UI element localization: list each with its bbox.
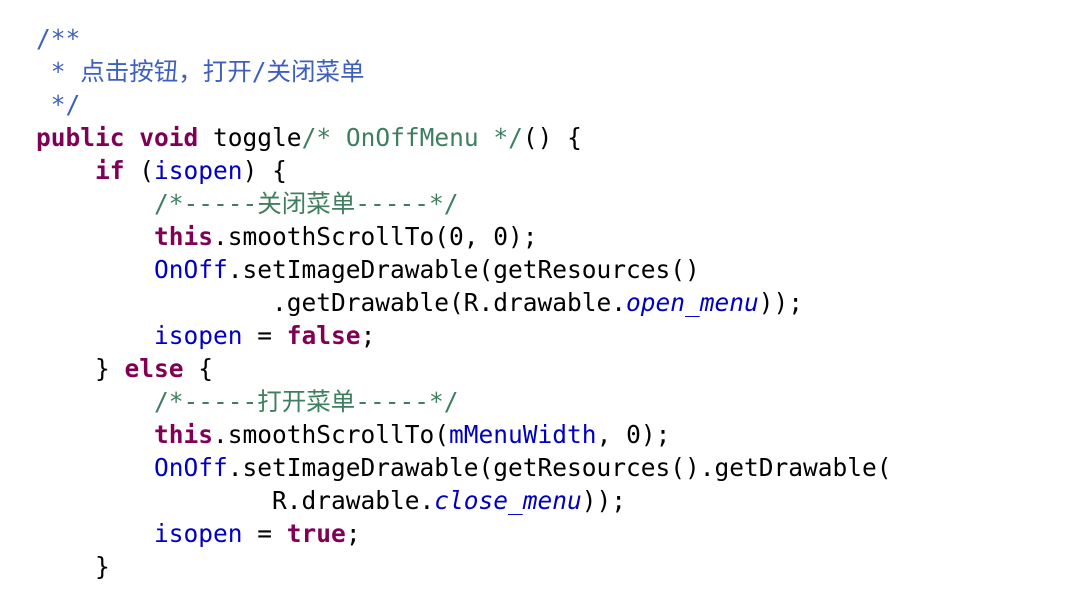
code-token: , 0);	[596, 420, 671, 449]
keyword-token: public	[36, 123, 125, 152]
code-token: {	[183, 354, 214, 383]
javadoc-token: */	[36, 90, 81, 119]
code-line: /*-----打开菜单-----*/	[36, 385, 892, 418]
code-editor: /** * 点击按钮，打开/关闭菜单 */public void toggle/…	[36, 22, 892, 583]
field-token: isopen	[154, 519, 243, 548]
code-line: R.drawable.close_menu));	[36, 484, 892, 517]
code-token: toggle	[198, 123, 302, 152]
static-field-token: open_menu	[626, 288, 759, 317]
field-token: OnOff	[154, 453, 228, 482]
code-token: ) {	[242, 156, 287, 185]
javadoc-token: * 点击按钮，打开/关闭菜单	[36, 57, 365, 86]
code-line: /*-----关闭菜单-----*/	[36, 187, 892, 220]
code-line: if (isopen) {	[36, 154, 892, 187]
code-line: isopen = false;	[36, 319, 892, 352]
code-token: =	[242, 321, 287, 350]
field-token: isopen	[154, 321, 243, 350]
comment-token: /* OnOffMenu */	[301, 123, 523, 152]
keyword-token: void	[139, 123, 199, 152]
code-line: .getDrawable(R.drawable.open_menu));	[36, 286, 892, 319]
code-line: this.smoothScrollTo(mMenuWidth, 0);	[36, 418, 892, 451]
code-token: ;	[360, 321, 376, 350]
code-line: isopen = true;	[36, 517, 892, 550]
code-line: * 点击按钮，打开/关闭菜单	[36, 55, 892, 88]
code-token: R.drawable.	[36, 486, 435, 515]
code-line: */	[36, 88, 892, 121]
keyword-token: this	[154, 420, 214, 449]
code-token: =	[242, 519, 287, 548]
static-field-token: close_menu	[434, 486, 582, 515]
code-token: ));	[581, 486, 627, 515]
keyword-token: else	[124, 354, 184, 383]
keyword-token: false	[286, 321, 361, 350]
comment-token: /*-----关闭菜单-----*/	[154, 189, 459, 218]
field-token: OnOff	[154, 255, 228, 284]
code-token: .smoothScrollTo(0, 0);	[213, 222, 538, 251]
comment-token: /*-----打开菜单-----*/	[154, 387, 459, 416]
code-line: }	[36, 550, 892, 583]
javadoc-token: /**	[36, 24, 81, 53]
code-line: /**	[36, 22, 892, 55]
field-token: isopen	[154, 156, 243, 185]
code-token: .smoothScrollTo(	[213, 420, 450, 449]
code-line: public void toggle/* OnOffMenu */() {	[36, 121, 892, 154]
code-token: ;	[345, 519, 361, 548]
code-token: .setImageDrawable(getResources()	[227, 255, 700, 284]
code-line: this.smoothScrollTo(0, 0);	[36, 220, 892, 253]
code-token: .setImageDrawable(getResources().getDraw…	[227, 453, 892, 482]
code-line: } else {	[36, 352, 892, 385]
keyword-token: this	[154, 222, 214, 251]
keyword-token: true	[286, 519, 346, 548]
code-token: () {	[522, 123, 582, 152]
code-line: OnOff.setImageDrawable(getResources().ge…	[36, 451, 892, 484]
code-token: (	[124, 156, 155, 185]
code-token: .getDrawable(R.drawable.	[36, 288, 627, 317]
code-token: }	[36, 354, 125, 383]
code-token: }	[36, 552, 110, 581]
code-line: OnOff.setImageDrawable(getResources()	[36, 253, 892, 286]
field-token: mMenuWidth	[449, 420, 597, 449]
code-token: ));	[758, 288, 804, 317]
keyword-token: if	[95, 156, 125, 185]
